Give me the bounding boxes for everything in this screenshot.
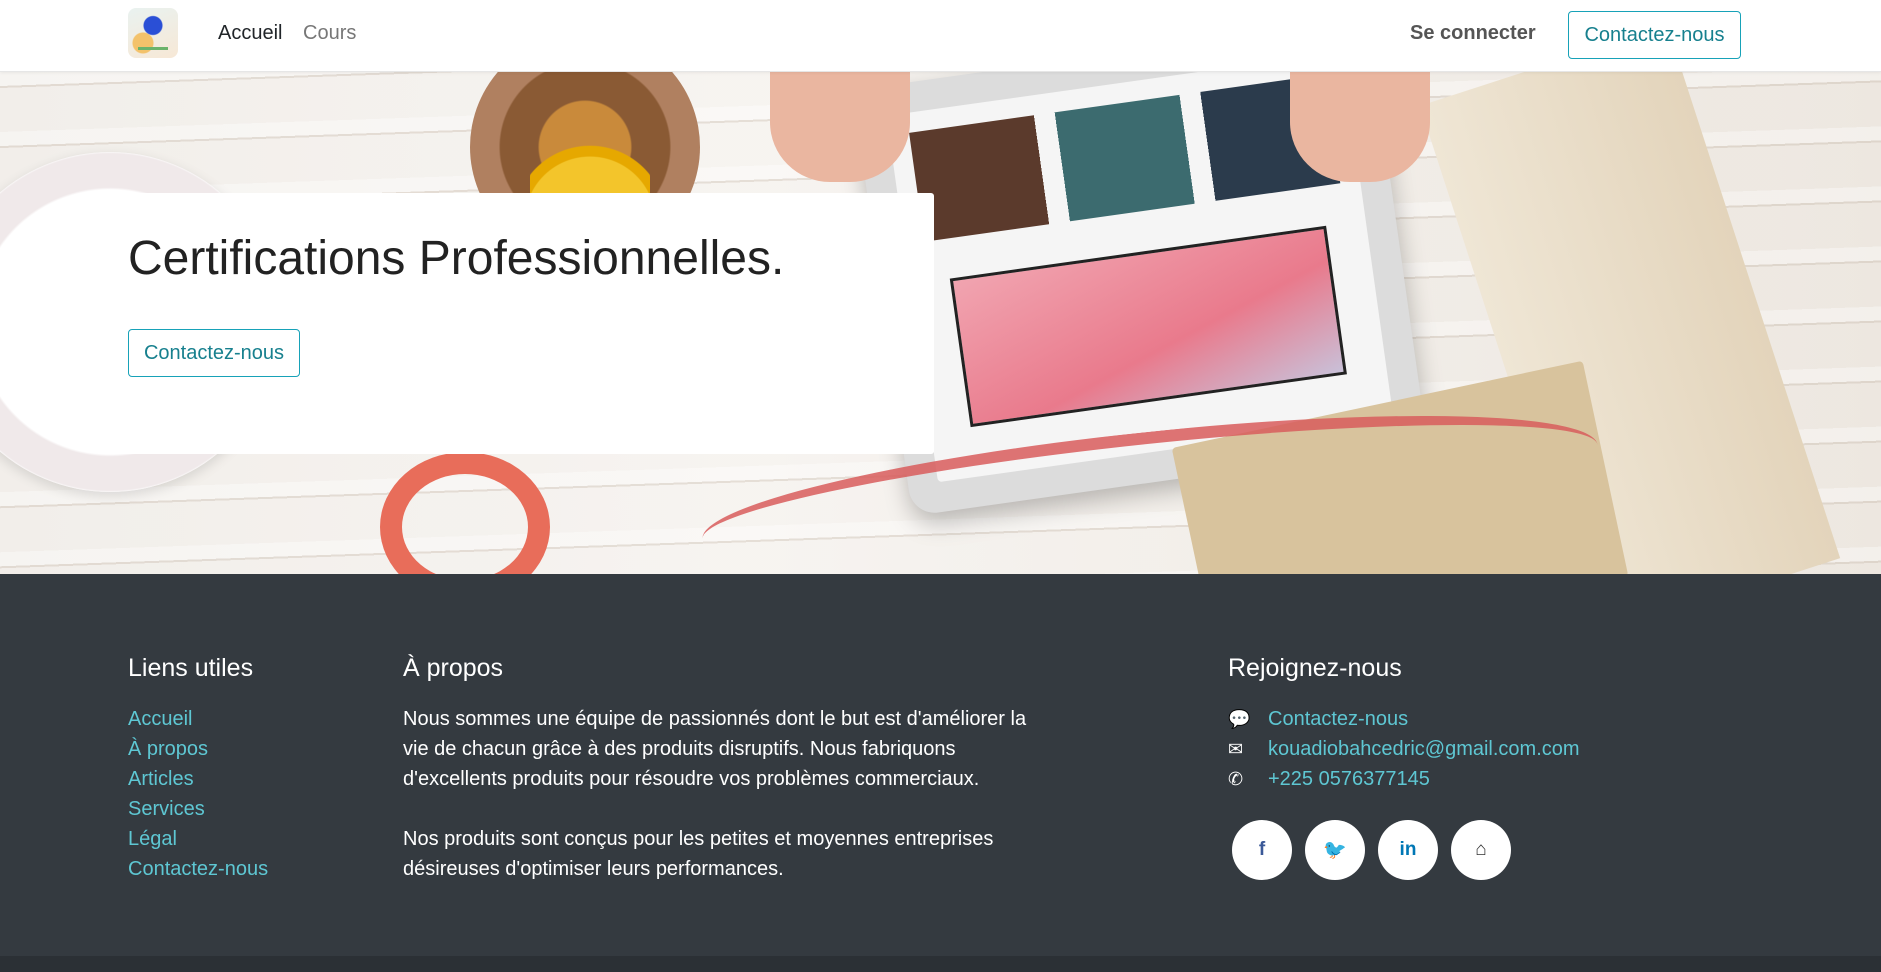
nav-link-accueil[interactable]: Accueil xyxy=(218,22,282,45)
login-link[interactable]: Se connecter xyxy=(1410,22,1536,45)
nav-contact-button[interactable]: Contactez-nous xyxy=(1568,11,1741,59)
about-paragraph: Nous sommes une équipe de passionnés don… xyxy=(403,708,1027,790)
home-icon[interactable]: ⌂ xyxy=(1451,820,1511,880)
join-heading: Rejoignez-nous xyxy=(1228,654,1402,682)
footer-contact-link[interactable]: Contactez-nous xyxy=(1268,708,1408,731)
twitter-icon[interactable]: 🐦 xyxy=(1305,820,1365,880)
comment-icon: 💬 xyxy=(1228,708,1251,729)
footer-bottom-bar xyxy=(0,956,1881,972)
footer: Liens utiles Accueil À propos Articles S… xyxy=(0,574,1881,956)
contact-line-phone: ✆ +225 0576377145 xyxy=(1228,764,1430,794)
footer-link-articles[interactable]: Articles xyxy=(128,768,194,790)
phone-link[interactable]: +225 0576377145 xyxy=(1268,768,1430,791)
hero-title: Certifications Professionnelles. xyxy=(128,232,785,285)
email-link[interactable]: kouadiobahcedric@gmail.com.com xyxy=(1268,738,1580,761)
footer-link-a-propos[interactable]: À propos xyxy=(128,738,208,760)
useful-links-heading: Liens utiles xyxy=(128,654,254,682)
phone-icon: ✆ xyxy=(1228,768,1244,789)
brand-logo[interactable] xyxy=(128,8,178,58)
contact-line-message: 💬 Contactez-nous xyxy=(1228,704,1408,734)
about-text: Nous sommes une équipe de passionnés don… xyxy=(403,704,1043,884)
about-heading: À propos xyxy=(403,654,504,682)
contact-line-email: ✉ kouadiobahcedric@gmail.com.com xyxy=(1228,734,1580,764)
footer-link-services[interactable]: Services xyxy=(128,798,205,820)
hero-card: Certifications Professionnelles. Contact… xyxy=(110,193,934,454)
linkedin-icon[interactable]: in xyxy=(1378,820,1438,880)
facebook-icon[interactable]: f xyxy=(1232,820,1292,880)
footer-link-accueil[interactable]: Accueil xyxy=(128,708,192,730)
top-navbar: Accueil Cours Se connecter Contactez-nou… xyxy=(0,0,1881,72)
footer-link-legal[interactable]: Légal xyxy=(128,828,177,850)
useful-links-list: Accueil À propos Articles Services Légal… xyxy=(128,704,268,884)
nav-link-cours[interactable]: Cours xyxy=(303,22,356,45)
about-paragraph: Nos produits sont conçus pour les petite… xyxy=(403,828,994,880)
envelope-icon: ✉ xyxy=(1228,738,1244,759)
hero-contact-button[interactable]: Contactez-nous xyxy=(128,329,300,377)
footer-link-contactez-nous[interactable]: Contactez-nous xyxy=(128,858,268,880)
hero-section: Certifications Professionnelles. Contact… xyxy=(0,72,1881,574)
